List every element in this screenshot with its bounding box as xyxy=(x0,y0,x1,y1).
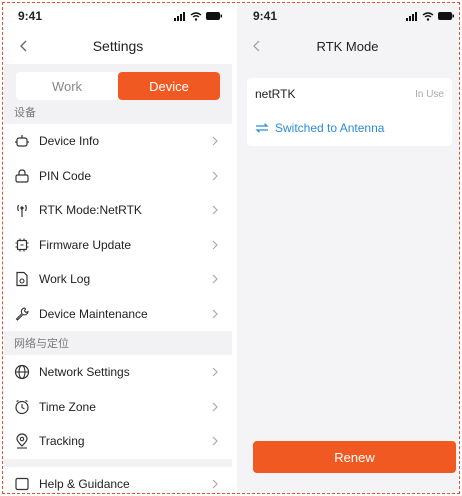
chevron-right-icon xyxy=(210,204,220,216)
settings-item-device-info[interactable]: Device Info xyxy=(4,124,232,159)
clock-icon xyxy=(14,399,30,415)
chevron-right-icon xyxy=(210,308,220,320)
settings-item-help-guidance[interactable]: Help & Guidance xyxy=(4,466,232,492)
settings-item-label: Device Maintenance xyxy=(39,306,148,321)
status-icons xyxy=(406,11,454,21)
rtk-mode-card: netRTK In Use Switched to Antenna xyxy=(247,78,452,146)
settings-item-label: Work Log xyxy=(39,272,91,287)
settings-item-network-settings[interactable]: Network Settings xyxy=(4,355,232,390)
settings-item-label: Tracking xyxy=(39,434,85,449)
network-settings-list: Network Settings Time Zone Tracking xyxy=(4,355,232,459)
settings-item-label: RTK Mode:NetRTK xyxy=(39,203,142,218)
device-settings-list: Device Info PIN Code RTK Mode:NetRTK Fir… xyxy=(4,124,232,331)
settings-item-device-maintenance[interactable]: Device Maintenance xyxy=(4,297,232,332)
help-icon xyxy=(14,476,30,492)
back-button[interactable] xyxy=(14,37,32,55)
chevron-left-icon xyxy=(253,40,260,52)
chip-icon xyxy=(14,237,30,253)
signal-icon xyxy=(406,11,417,21)
settings-item-label: Device Info xyxy=(39,134,100,149)
battery-icon xyxy=(438,12,454,20)
chevron-left-icon xyxy=(20,40,27,52)
settings-item-time-zone[interactable]: Time Zone xyxy=(4,390,232,425)
settings-item-label: Help & Guidance xyxy=(39,476,130,491)
chevron-right-icon xyxy=(210,170,220,182)
settings-navbar: Settings xyxy=(4,28,232,64)
wrench-icon xyxy=(14,306,30,322)
device-info-icon xyxy=(14,133,30,149)
wifi-icon xyxy=(422,11,434,21)
chevron-right-icon xyxy=(210,366,220,378)
settings-item-label: Time Zone xyxy=(39,399,96,414)
renew-button[interactable]: Renew xyxy=(253,441,456,473)
chevron-right-icon xyxy=(210,239,220,251)
lock-icon xyxy=(14,168,30,184)
signal-icon xyxy=(174,11,185,21)
rtk-mode-status: In Use xyxy=(415,88,444,100)
switch-to-antenna-label: Switched to Antenna xyxy=(275,121,385,135)
switch-to-antenna-link[interactable]: Switched to Antenna xyxy=(255,110,444,146)
settings-item-label: Network Settings xyxy=(39,365,130,380)
tab-switcher-wrap: Work Device xyxy=(4,64,232,100)
page-title: RTK Mode xyxy=(316,38,379,54)
settings-item-label: PIN Code xyxy=(39,168,92,183)
status-icons xyxy=(174,11,222,21)
page-title: Settings xyxy=(92,38,144,54)
tab-switcher: Work Device xyxy=(16,72,220,100)
chevron-right-icon xyxy=(210,479,220,489)
tab-device[interactable]: Device xyxy=(118,72,220,100)
wifi-icon xyxy=(190,11,202,21)
rtk-navbar: RTK Mode xyxy=(237,28,458,64)
status-bar: 9:41 xyxy=(4,4,232,28)
settings-item-label: Firmware Update xyxy=(39,237,132,252)
settings-item-firmware-update[interactable]: Firmware Update xyxy=(4,228,232,263)
location-pin-icon xyxy=(14,433,30,449)
document-icon xyxy=(14,271,30,287)
status-time: 9:41 xyxy=(18,9,43,23)
section-header-device: 设备 xyxy=(14,106,36,119)
settings-item-rtk-mode[interactable]: RTK Mode:NetRTK xyxy=(4,193,232,228)
chevron-right-icon xyxy=(210,401,220,413)
chevron-right-icon xyxy=(210,135,220,147)
back-button[interactable] xyxy=(247,37,265,55)
section-header-network: 网络与定位 xyxy=(14,337,69,350)
settings-item-pin-code[interactable]: PIN Code xyxy=(4,159,232,194)
rtk-mode-screen: 9:41 RTK Mode netRTK In Use Switched to … xyxy=(237,4,458,492)
status-bar: 9:41 xyxy=(237,4,458,28)
status-time: 9:41 xyxy=(253,9,278,23)
settings-item-tracking[interactable]: Tracking xyxy=(4,424,232,459)
rtk-mode-row[interactable]: netRTK In Use xyxy=(255,78,444,110)
chevron-right-icon xyxy=(210,273,220,285)
globe-icon xyxy=(14,364,30,380)
chevron-right-icon xyxy=(210,435,220,447)
tab-work[interactable]: Work xyxy=(16,72,118,100)
rtk-mode-name: netRTK xyxy=(255,87,296,101)
antenna-icon xyxy=(14,202,30,218)
settings-screen: 9:41 Settings Work Device 设备 Device Info xyxy=(4,4,232,492)
settings-item-work-log[interactable]: Work Log xyxy=(4,262,232,297)
switch-arrows-icon xyxy=(255,123,269,133)
battery-icon xyxy=(206,12,222,20)
